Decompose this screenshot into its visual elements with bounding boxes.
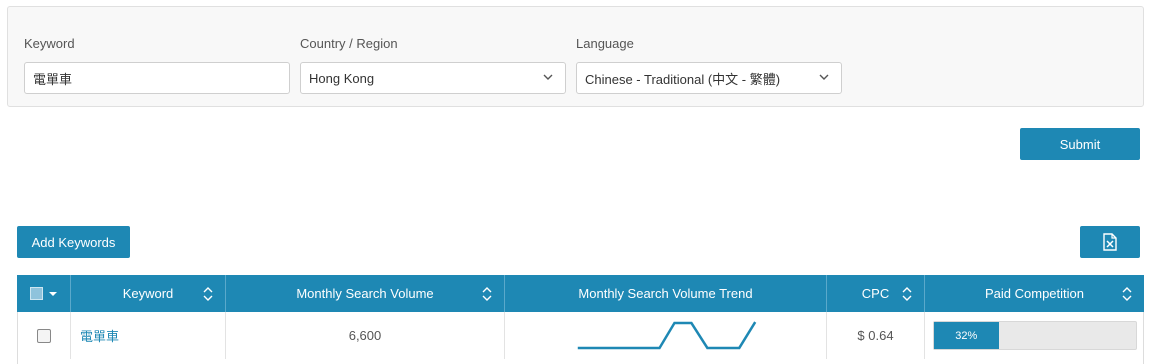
competition-label: 32%	[955, 329, 978, 342]
table-header-row: Keyword Monthly Search Volume Monthly Se…	[17, 275, 1144, 312]
language-select-value: Chinese - Traditional (中文 - 繁體)	[585, 71, 781, 87]
country-select[interactable]: Hong Kong	[300, 62, 566, 94]
sort-icon[interactable]	[203, 287, 213, 301]
select-all-header[interactable]	[17, 275, 70, 312]
chevron-down-icon	[543, 74, 553, 80]
header-keyword-label: Keyword	[122, 286, 174, 301]
row-checkbox[interactable]	[37, 328, 51, 343]
row-volume: 6,600	[348, 328, 382, 343]
chevron-down-icon	[819, 74, 829, 80]
sort-icon[interactable]	[902, 287, 912, 301]
header-cpc-label: CPC	[861, 286, 890, 301]
keyword-input-value: 電單車	[33, 71, 73, 87]
header-competition-label: Paid Competition	[985, 286, 1084, 301]
row-keyword-cell: 電單車	[70, 312, 225, 359]
country-label: Country / Region	[300, 36, 398, 51]
excel-export-icon	[1103, 233, 1117, 251]
country-select-value: Hong Kong	[309, 70, 375, 86]
search-form-panel: Keyword 電單車 Country / Region Hong Kong L…	[7, 6, 1144, 107]
row-cpc-cell: $ 0.64	[826, 312, 924, 359]
sort-icon[interactable]	[1122, 287, 1132, 301]
competition-bar-fill: 32%	[934, 322, 999, 349]
table-row: 電單車 6,600 $ 0.64 32%	[17, 312, 1144, 364]
row-keyword-link[interactable]: 電單車	[80, 326, 119, 345]
language-select[interactable]: Chinese - Traditional (中文 - 繁體)	[576, 62, 842, 94]
row-volume-cell: 6,600	[225, 312, 504, 359]
sort-icon[interactable]	[482, 287, 492, 301]
add-keywords-button[interactable]: Add Keywords	[17, 226, 130, 258]
header-volume-label: Monthly Search Volume	[296, 286, 434, 301]
keyword-input[interactable]: 電單車	[24, 62, 290, 94]
select-all-checkbox[interactable]	[29, 287, 43, 300]
header-trend: Monthly Search Volume Trend	[504, 275, 826, 312]
row-trend-cell	[504, 312, 826, 359]
header-trend-label: Monthly Search Volume Trend	[578, 286, 753, 301]
row-cpc: $ 0.64	[857, 328, 894, 343]
header-competition[interactable]: Paid Competition	[924, 275, 1144, 312]
submit-button[interactable]: Submit	[1020, 128, 1140, 160]
header-volume[interactable]: Monthly Search Volume	[225, 275, 504, 312]
trend-sparkline	[577, 321, 757, 350]
header-keyword[interactable]: Keyword	[70, 275, 225, 312]
language-label: Language	[576, 36, 634, 51]
caret-down-icon[interactable]	[48, 291, 58, 297]
row-checkbox-cell[interactable]	[18, 312, 70, 359]
header-cpc[interactable]: CPC	[826, 275, 924, 312]
keyword-label: Keyword	[24, 36, 75, 51]
competition-bar: 32%	[933, 321, 1137, 350]
export-excel-button[interactable]	[1080, 226, 1140, 258]
row-competition-cell: 32%	[924, 312, 1144, 359]
